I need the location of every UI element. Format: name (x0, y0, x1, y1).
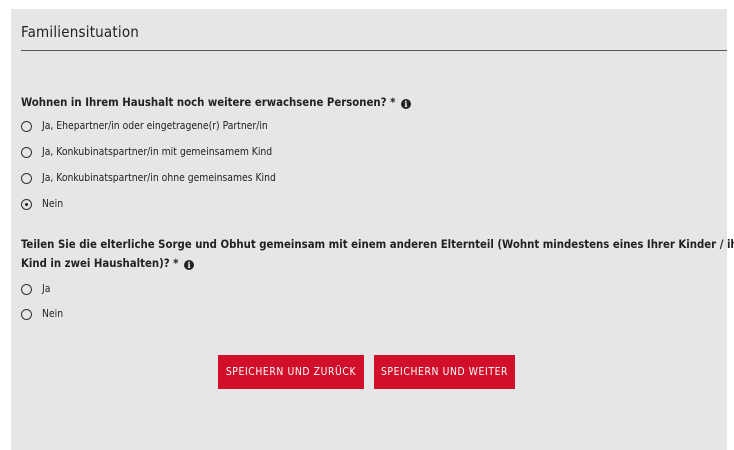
save-and-back-button[interactable]: SPEICHERN UND ZURÜCK (218, 355, 364, 389)
question-adults: Wohnen in Ihrem Haushalt noch weitere er… (21, 93, 721, 112)
info-icon[interactable]: i (400, 99, 411, 109)
radio-option-q1-0[interactable]: Ja, Ehepartner/in oder eingetragene(r) P… (21, 119, 268, 133)
radio-button[interactable] (21, 146, 32, 158)
radio-option-q1-2[interactable]: Ja, Konkubinatspartner/in ohne gemeinsam… (21, 171, 276, 185)
radio-option-q2-1[interactable]: Nein (21, 307, 63, 321)
radio-button-selected[interactable] (21, 198, 32, 210)
save-and-next-button[interactable]: SPEICHERN UND WEITER (374, 355, 515, 389)
radio-label: Ja, Ehepartner/in oder eingetragene(r) P… (42, 120, 268, 132)
question-custody: Teilen Sie die elterliche Sorge und Obhu… (21, 235, 734, 273)
radio-button[interactable] (21, 308, 32, 320)
radio-option-q1-1[interactable]: Ja, Konkubinatspartner/in mit gemeinsame… (21, 145, 272, 159)
title-divider (21, 50, 727, 51)
radio-label: Nein (42, 198, 64, 210)
radio-button[interactable] (21, 283, 32, 295)
radio-label: Nein (42, 308, 64, 320)
question-custody-line2: Kind in zwei Haushalten)? * (21, 257, 179, 270)
section-title: Familiensituation (21, 23, 140, 41)
radio-label: Ja (42, 283, 51, 295)
radio-label: Ja, Konkubinatspartner/in mit gemeinsame… (42, 146, 273, 158)
radio-button[interactable] (21, 172, 32, 184)
question-custody-line1: Teilen Sie die elterliche Sorge und Obhu… (21, 238, 734, 251)
question-adults-text: Wohnen in Ihrem Haushalt noch weitere er… (21, 96, 396, 109)
radio-label: Ja, Konkubinatspartner/in ohne gemeinsam… (42, 172, 276, 184)
radio-option-q1-3[interactable]: Nein (21, 197, 63, 211)
info-icon[interactable]: i (184, 260, 195, 270)
form-panel: Familiensituation Wohnen in Ihrem Hausha… (11, 9, 734, 450)
radio-option-q2-0[interactable]: Ja (21, 282, 50, 296)
radio-button[interactable] (21, 120, 32, 132)
